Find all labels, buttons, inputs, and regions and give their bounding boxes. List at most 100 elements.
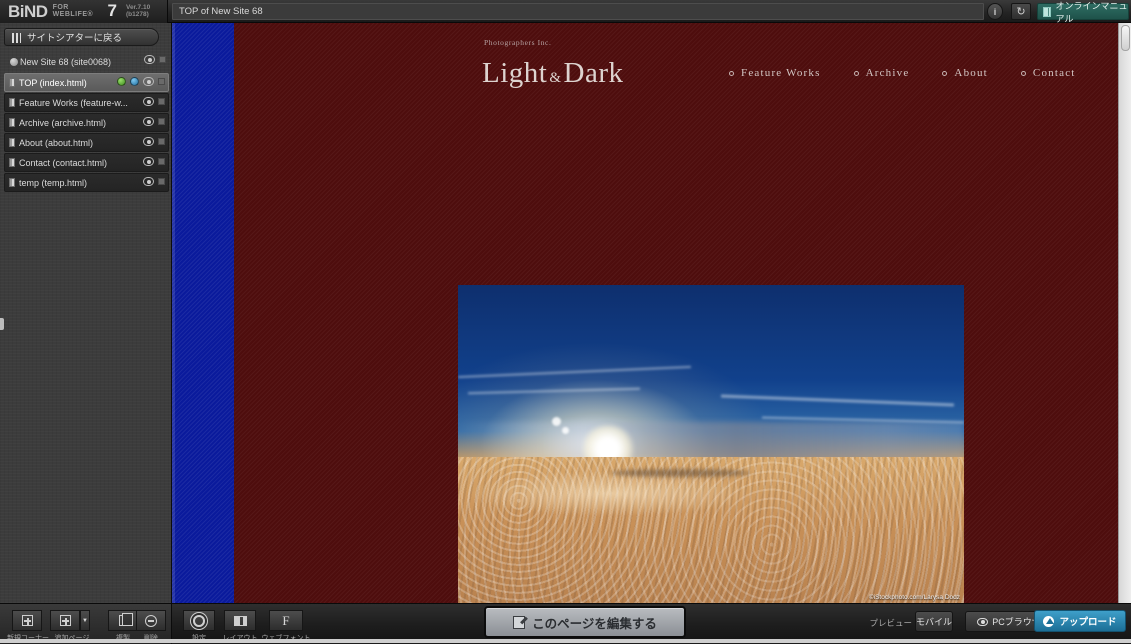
site-page-tree: New Site 68 (site0068) TOP (index.html) … (4, 52, 169, 193)
site-title-left: Light (482, 57, 548, 89)
duplicate-icon (118, 613, 133, 626)
page-title-input[interactable]: TOP of New Site 68 (172, 3, 984, 20)
page-icon (9, 98, 15, 107)
square-icon[interactable] (158, 138, 165, 145)
sidebar-item-archive[interactable]: Archive (archive.html) (4, 113, 169, 132)
row-icons (143, 157, 165, 166)
page-icon (9, 178, 15, 187)
edit-this-page-button[interactable]: このページを編集する (484, 606, 686, 638)
back-to-site-theater-label: サイトシアターに戻る (27, 33, 123, 44)
eye-icon (977, 617, 989, 626)
row-icons (143, 97, 165, 106)
eye-icon[interactable] (143, 137, 154, 146)
page-icon (9, 158, 15, 167)
webfont-button[interactable]: F (269, 610, 303, 631)
horizon-cloud-band (458, 421, 964, 460)
square-icon[interactable] (158, 178, 165, 185)
sidebar-item-label: Contact (contact.html) (19, 157, 108, 168)
site-dot-icon (10, 58, 18, 66)
layout-icon (233, 615, 247, 626)
back-to-site-theater-button[interactable]: サイトシアターに戻る (4, 28, 159, 46)
square-icon[interactable] (158, 158, 165, 165)
site-row-icons (144, 55, 166, 64)
delete-button[interactable] (136, 610, 166, 631)
nav-item-label: Contact (1032, 67, 1076, 79)
square-icon[interactable] (158, 118, 165, 125)
square-icon[interactable] (158, 98, 165, 105)
book-icon (1043, 6, 1052, 17)
lens-flare (551, 416, 561, 426)
preview-side-band (172, 23, 234, 603)
window-bottom-edge (0, 639, 1131, 643)
bullet-icon (942, 70, 948, 76)
sidebar-item-contact[interactable]: Contact (contact.html) (4, 153, 169, 172)
eye-icon[interactable] (143, 157, 154, 166)
online-manual-button[interactable]: オンラインマニュアル (1037, 1, 1129, 24)
gear-icon (193, 614, 205, 627)
square-icon[interactable] (159, 56, 166, 63)
bullet-icon (853, 70, 859, 76)
nav-item-label: About (954, 67, 988, 79)
tree-site-root[interactable]: New Site 68 (site0068) (4, 52, 169, 72)
duplicate-group (108, 610, 138, 631)
sidebar-item-label: Feature Works (feature-w... (19, 97, 128, 108)
mobile-preview-button[interactable]: モバイル (915, 611, 953, 632)
upload-label: アップロード (1059, 617, 1117, 628)
site-title-right: Dark (563, 57, 624, 89)
add-page-dropdown-arrow[interactable]: ▼ (80, 610, 90, 631)
mobile-preview-label: モバイル (916, 617, 953, 627)
nav-item-feature-works[interactable]: Feature Works (729, 67, 821, 79)
page-icon (9, 78, 15, 87)
sidebar: サイトシアターに戻る New Site 68 (site0068) TOP (i… (0, 23, 172, 603)
site-root-label: New Site 68 (site0068) (20, 57, 112, 67)
preview-label: プレビュー (869, 618, 912, 628)
nav-item-about[interactable]: About (942, 67, 988, 79)
sidebar-item-label: About (about.html) (19, 137, 94, 148)
bullet-icon (729, 70, 734, 76)
image-credit: ©iStockphoto.com/Larysa Dodz (868, 594, 960, 601)
eye-icon[interactable] (143, 77, 154, 86)
new-corner-button[interactable] (12, 610, 42, 631)
reload-icon[interactable]: ↻ (1011, 3, 1031, 20)
page-icon (9, 138, 15, 147)
online-manual-label: オンラインマニュアル (1055, 0, 1128, 24)
sidebar-item-temp[interactable]: temp (temp.html) (4, 173, 169, 192)
eye-icon[interactable] (144, 55, 155, 64)
add-page-button[interactable] (50, 610, 80, 631)
layout-group (224, 610, 256, 631)
nav-item-archive[interactable]: Archive (853, 67, 910, 79)
delete-group (136, 610, 166, 631)
eye-icon[interactable] (143, 117, 154, 126)
cloud-deck (458, 456, 964, 603)
eye-icon[interactable] (143, 177, 154, 186)
webfont-group: F (269, 610, 303, 631)
sidebar-item-about[interactable]: About (about.html) (4, 133, 169, 152)
preview-page-body: Photographers Inc. Light &Dark Feature Wo… (234, 23, 1131, 603)
page-title-value: TOP of New Site 68 (179, 6, 263, 17)
site-title-amp: & (549, 70, 562, 86)
square-icon[interactable] (158, 78, 165, 85)
settings-group (183, 610, 215, 631)
upload-icon (1043, 615, 1055, 627)
sidebar-item-feature-works[interactable]: Feature Works (feature-w... (4, 93, 169, 112)
sidebar-resize-handle[interactable] (0, 318, 4, 330)
edit-icon (513, 615, 526, 629)
eye-icon[interactable] (143, 97, 154, 106)
settings-button[interactable] (183, 610, 215, 631)
site-preview-canvas[interactable]: Photographers Inc. Light &Dark Feature Wo… (172, 23, 1131, 603)
logo-bind-text: BiND (8, 1, 48, 21)
site-title: Light &Dark (482, 57, 624, 90)
duplicate-button[interactable] (108, 610, 138, 631)
upload-button[interactable]: アップロード (1034, 610, 1126, 632)
layout-button[interactable] (224, 610, 256, 631)
row-icons (143, 117, 165, 126)
info-icon[interactable]: i (987, 3, 1003, 20)
nav-item-contact[interactable]: Contact (1020, 67, 1076, 79)
row-icons (143, 137, 165, 146)
new-corner-icon (21, 615, 33, 626)
preview-scrollbar-thumb[interactable] (1121, 25, 1130, 51)
sidebar-item-top[interactable]: TOP (index.html) (4, 73, 169, 92)
hero-image[interactable]: ©iStockphoto.com/Larysa Dodz (458, 285, 964, 603)
add-page-icon (59, 615, 71, 626)
preview-scrollbar[interactable] (1118, 23, 1131, 603)
